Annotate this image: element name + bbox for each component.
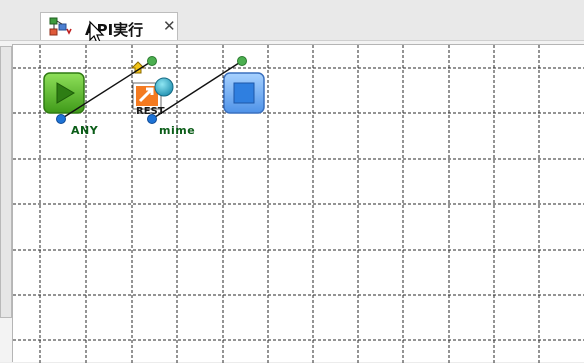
connector-start-rest[interactable] xyxy=(60,60,153,120)
left-panel xyxy=(0,46,12,318)
flow-diagram-icon xyxy=(49,17,73,37)
connection-layer xyxy=(56,56,247,124)
connector-rest-end[interactable] xyxy=(151,60,243,120)
close-icon[interactable]: ✕ xyxy=(163,18,176,34)
port-label-any: ANY xyxy=(71,124,99,137)
tab-api-execution[interactable]: API実行 ✕ xyxy=(40,12,178,40)
input-port-end[interactable] xyxy=(237,56,247,66)
input-port-rest[interactable] xyxy=(147,56,157,66)
output-port-start[interactable] xyxy=(56,114,66,124)
output-port-rest[interactable] xyxy=(147,114,157,124)
diagram-canvas[interactable]: REST ANY mime xyxy=(12,44,584,363)
port-label-mime: mime xyxy=(159,124,196,137)
